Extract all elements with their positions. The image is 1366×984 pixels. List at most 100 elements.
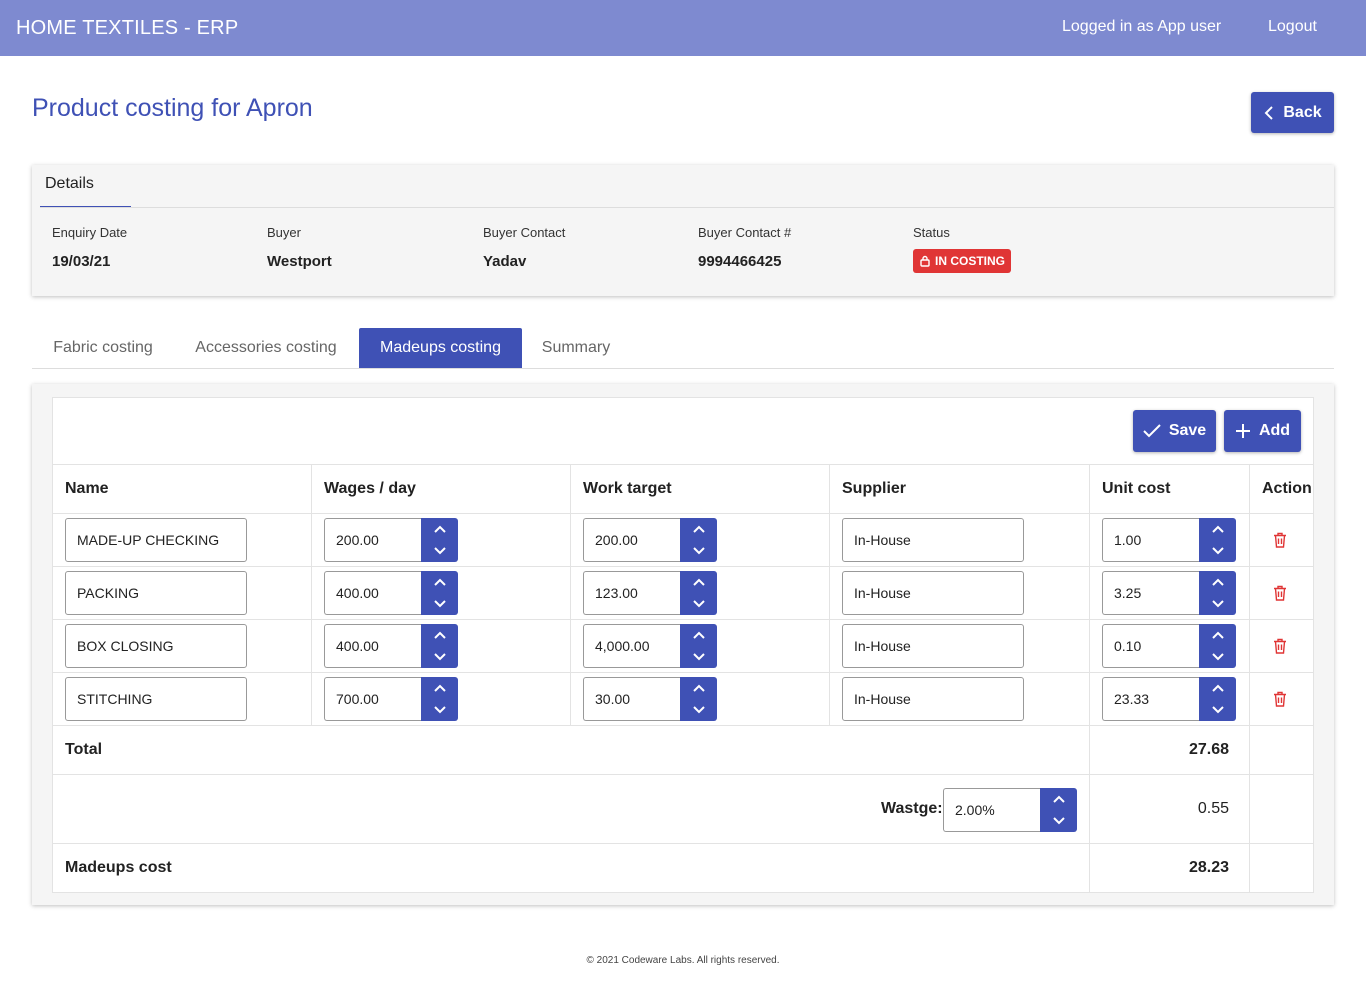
tab-summary[interactable]: Summary [528, 328, 624, 368]
chevron-down-icon[interactable] [1199, 646, 1236, 668]
save-button[interactable]: Save [1133, 410, 1216, 452]
wages-input[interactable] [324, 518, 421, 562]
trash-icon[interactable] [1271, 531, 1289, 549]
row-divider [53, 566, 1313, 567]
tab-details[interactable]: Details [40, 165, 131, 208]
trash-icon[interactable] [1271, 690, 1289, 708]
supplier-input[interactable] [842, 677, 1024, 721]
chevron-up-icon[interactable] [421, 518, 458, 540]
wastage-spinner[interactable] [943, 788, 1077, 832]
work-target-spinner[interactable] [583, 624, 717, 668]
name-input[interactable] [65, 518, 247, 562]
chevron-up-icon[interactable] [421, 677, 458, 699]
chevron-up-icon[interactable] [680, 677, 717, 699]
details-card: Details Enquiry Date 19/03/21 Buyer West… [32, 165, 1334, 296]
status-badge-label: IN COSTING [935, 254, 1006, 268]
chevron-up-icon[interactable] [1199, 571, 1236, 593]
chevron-down-icon[interactable] [421, 593, 458, 615]
tab-fabric-costing[interactable]: Fabric costing [32, 328, 174, 368]
supplier-input[interactable] [842, 571, 1024, 615]
enquiry-date-field: Enquiry Date 19/03/21 [52, 225, 127, 270]
column-divider [570, 464, 571, 725]
tab-madeups-costing[interactable]: Madeups costing [359, 328, 522, 368]
unit-cost-input[interactable] [1102, 571, 1199, 615]
chevron-down-icon[interactable] [680, 699, 717, 721]
chevron-up-icon[interactable] [1040, 788, 1077, 810]
unit-cost-spin-buttons [1199, 677, 1236, 721]
unit-cost-input[interactable] [1102, 518, 1199, 562]
work-target-spinner[interactable] [583, 571, 717, 615]
chevron-down-icon[interactable] [680, 593, 717, 615]
trash-icon[interactable] [1271, 637, 1289, 655]
wages-spinner[interactable] [324, 571, 458, 615]
unit-cost-input[interactable] [1102, 677, 1199, 721]
wastage-value: 0.55 [1197, 800, 1229, 817]
details-divider [40, 207, 1334, 208]
supplier-input[interactable] [842, 518, 1024, 562]
chevron-up-icon[interactable] [1199, 677, 1236, 699]
madeups-table-container: Save Add Name Wages / day Work target Su… [52, 397, 1314, 893]
buyer-value: Westport [267, 253, 332, 270]
wastage-label: Wastge: [881, 800, 943, 817]
work-target-spin-buttons [680, 571, 717, 615]
name-input[interactable] [65, 677, 247, 721]
chevron-up-icon[interactable] [680, 571, 717, 593]
chevron-down-icon[interactable] [1040, 810, 1077, 832]
buyer-field: Buyer Westport [267, 225, 332, 270]
work-target-input[interactable] [583, 571, 680, 615]
trash-icon[interactable] [1271, 584, 1289, 602]
wages-spinner[interactable] [324, 624, 458, 668]
unit-cost-spinner[interactable] [1102, 518, 1236, 562]
status-label: Status [913, 225, 950, 240]
chevron-up-icon[interactable] [1199, 624, 1236, 646]
work-target-input[interactable] [583, 677, 680, 721]
top-bar: HOME TEXTILES - ERP Logged in as App use… [0, 0, 1366, 56]
back-button[interactable]: Back [1251, 92, 1334, 133]
chevron-up-icon[interactable] [680, 518, 717, 540]
lock-icon [920, 255, 930, 267]
wages-input[interactable] [324, 571, 421, 615]
unit-cost-spinner[interactable] [1102, 571, 1236, 615]
chevron-down-icon[interactable] [1199, 540, 1236, 562]
wastage-input[interactable] [943, 788, 1040, 832]
unit-cost-spinner[interactable] [1102, 624, 1236, 668]
save-button-label: Save [1168, 422, 1207, 439]
chevron-down-icon[interactable] [1199, 699, 1236, 721]
chevron-up-icon[interactable] [421, 624, 458, 646]
wages-input[interactable] [324, 624, 421, 668]
unit-cost-spin-buttons [1199, 571, 1236, 615]
column-header-work-target: Work target [583, 480, 672, 497]
page-title: Product costing for Apron [32, 94, 313, 122]
supplier-input[interactable] [842, 624, 1024, 668]
wages-spinner[interactable] [324, 518, 458, 562]
wages-input[interactable] [324, 677, 421, 721]
work-target-input[interactable] [583, 624, 680, 668]
chevron-down-icon[interactable] [421, 646, 458, 668]
chevron-down-icon[interactable] [421, 699, 458, 721]
logout-link[interactable]: Logout [1268, 18, 1317, 36]
tab-accessories-costing[interactable]: Accessories costing [180, 328, 352, 368]
chevron-down-icon[interactable] [680, 540, 717, 562]
name-input[interactable] [65, 571, 247, 615]
chevron-down-icon[interactable] [680, 646, 717, 668]
column-header-wages: Wages / day [324, 480, 416, 497]
work-target-input[interactable] [583, 518, 680, 562]
costing-tabs: Fabric costing Accessories costing Madeu… [32, 328, 1334, 369]
chevron-down-icon[interactable] [1199, 593, 1236, 615]
chevron-up-icon[interactable] [421, 571, 458, 593]
total-label: Total [65, 741, 103, 758]
chevron-up-icon[interactable] [1199, 518, 1236, 540]
plus-icon [1235, 424, 1250, 438]
wages-spinner[interactable] [324, 677, 458, 721]
unit-cost-input[interactable] [1102, 624, 1199, 668]
name-input[interactable] [65, 624, 247, 668]
unit-cost-spin-buttons [1199, 518, 1236, 562]
work-target-spinner[interactable] [583, 518, 717, 562]
add-button[interactable]: Add [1224, 410, 1301, 452]
work-target-spinner[interactable] [583, 677, 717, 721]
column-divider [1089, 464, 1090, 893]
total-value: 27.68 [1188, 741, 1229, 758]
chevron-up-icon[interactable] [680, 624, 717, 646]
unit-cost-spinner[interactable] [1102, 677, 1236, 721]
chevron-down-icon[interactable] [421, 540, 458, 562]
